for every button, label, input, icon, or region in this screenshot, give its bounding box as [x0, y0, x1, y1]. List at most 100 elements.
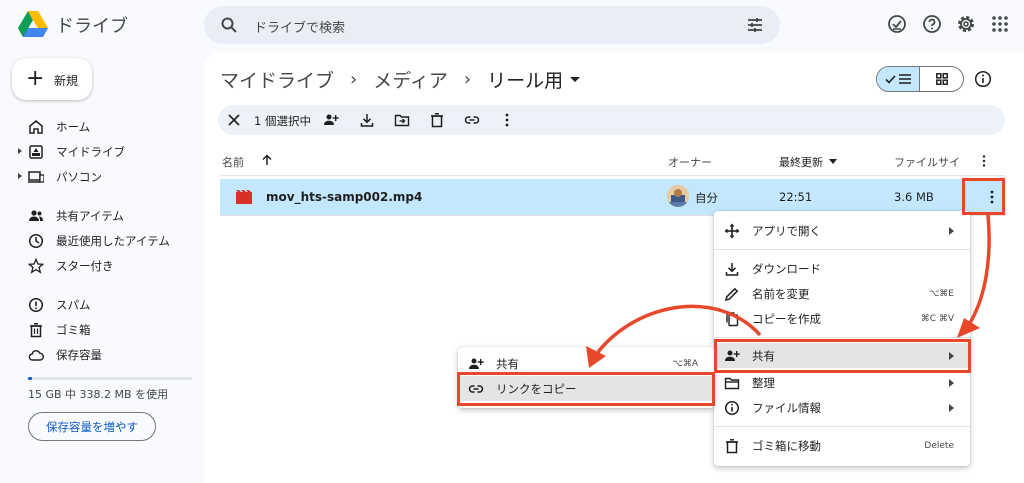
- my-drive-icon: [28, 144, 44, 160]
- settings-icon[interactable]: [956, 14, 976, 34]
- submenu-arrow-icon: [949, 379, 954, 387]
- app-title: ドライブ: [56, 16, 128, 37]
- copy-icon: [724, 311, 740, 327]
- grid-view-icon: [935, 73, 948, 85]
- download-icon: [724, 261, 740, 277]
- rename-pencil-icon: [724, 286, 740, 302]
- list-view-button[interactable]: [877, 67, 921, 91]
- details-info-icon[interactable]: [974, 70, 992, 88]
- file-modified: 22:51: [779, 190, 813, 204]
- sidebar-item-computers[interactable]: パソコン: [18, 166, 198, 188]
- list-view-icon: [899, 74, 911, 84]
- expand-arrow-icon[interactable]: [18, 148, 22, 154]
- help-icon[interactable]: [922, 14, 942, 34]
- column-header-name[interactable]: 名前: [222, 154, 244, 170]
- check-icon: [885, 74, 896, 84]
- search-options-icon[interactable]: [746, 16, 764, 34]
- file-row[interactable]: mov_hts-samp002.mp4 自分 22:51 3.6 MB: [220, 179, 1005, 215]
- selection-count: 1 個選択中: [254, 114, 311, 128]
- drive-logo[interactable]: [18, 10, 48, 38]
- annotation-box-copy-link: [457, 372, 715, 406]
- ready-offline-icon[interactable]: [887, 14, 907, 34]
- storage-usage-text: 15 GB 中 338.2 MB を使用: [28, 388, 169, 401]
- recent-icon: [28, 233, 44, 249]
- breadcrumb-separator: ›: [463, 69, 472, 90]
- sidebar-item-home[interactable]: ホーム: [18, 116, 198, 138]
- new-button-label: 新規: [54, 74, 79, 88]
- storage-usage-bar: [28, 377, 192, 380]
- trash-icon: [724, 438, 740, 454]
- submenu-arrow-icon: [949, 227, 954, 235]
- star-icon: [28, 258, 44, 274]
- expand-arrow-icon[interactable]: [18, 173, 22, 179]
- column-header-owner[interactable]: オーナー: [668, 154, 712, 170]
- file-size: 3.6 MB: [894, 190, 934, 204]
- breadcrumb-item-current[interactable]: リール用: [487, 66, 563, 93]
- search-icon[interactable]: [220, 16, 238, 34]
- sidebar-item-spam[interactable]: スパム: [18, 294, 198, 316]
- move-to-folder-icon[interactable]: [394, 112, 410, 128]
- column-header-file-size[interactable]: ファイルサイ: [894, 154, 960, 170]
- clear-selection-close-icon[interactable]: [226, 112, 242, 128]
- home-icon: [28, 119, 44, 135]
- sidebar-item-label: 最近使用したアイテム: [56, 234, 170, 248]
- breadcrumb-item-my-drive[interactable]: マイドライブ: [220, 66, 334, 93]
- sidebar-item-storage[interactable]: 保存容量: [18, 344, 198, 366]
- spam-icon: [28, 297, 44, 313]
- more-actions-icon[interactable]: [499, 112, 515, 128]
- sidebar-item-label: パソコン: [56, 170, 102, 184]
- sidebar-item-label: ホーム: [56, 120, 91, 134]
- menu-item-file-info[interactable]: ファイル情報: [714, 395, 970, 420]
- share-person-add-icon: [468, 356, 484, 372]
- sidebar-item-my-drive[interactable]: マイドライブ: [18, 141, 198, 163]
- link-icon[interactable]: [464, 112, 480, 128]
- grid-view-button[interactable]: [920, 67, 963, 91]
- video-file-icon: [236, 190, 252, 204]
- sidebar-item-label: ゴミ箱: [56, 323, 91, 337]
- new-button[interactable]: + 新規: [12, 58, 92, 100]
- dropdown-arrow-icon[interactable]: [570, 77, 581, 82]
- search-bar[interactable]: ドライブで検索: [204, 6, 780, 44]
- trash-icon[interactable]: [429, 112, 445, 128]
- menu-item-open-with[interactable]: アプリで開く: [714, 218, 970, 243]
- menu-divider: [714, 337, 970, 338]
- column-more-icon[interactable]: [977, 154, 991, 168]
- download-icon[interactable]: [359, 112, 375, 128]
- sidebar-item-label: スパム: [56, 298, 91, 312]
- plus-icon: +: [26, 66, 45, 91]
- breadcrumb: マイドライブ › メディア › リール用: [220, 66, 581, 93]
- owner-avatar: [667, 185, 689, 207]
- breadcrumb-separator: ›: [350, 69, 358, 90]
- menu-item-download[interactable]: ダウンロード: [714, 256, 970, 281]
- menu-item-organize[interactable]: 整理: [714, 370, 970, 395]
- storage-usage-fill: [28, 377, 32, 380]
- column-header-modified[interactable]: 最終更新: [779, 154, 823, 170]
- search-input[interactable]: ドライブで検索: [254, 17, 345, 36]
- breadcrumb-item-media[interactable]: メディア: [373, 66, 448, 93]
- trash-icon: [28, 322, 44, 338]
- sort-arrow-up-icon[interactable]: [261, 154, 275, 168]
- menu-divider: [714, 249, 970, 250]
- computers-icon: [28, 169, 44, 185]
- open-with-icon: [724, 223, 740, 239]
- sidebar-item-label: スター付き: [56, 259, 114, 273]
- share-person-add-icon[interactable]: [323, 112, 339, 128]
- get-more-storage-button[interactable]: 保存容量を増やす: [28, 412, 156, 441]
- sidebar-item-label: 保存容量: [56, 348, 102, 362]
- menu-item-rename[interactable]: 名前を変更 ⌥⌘E: [714, 281, 970, 306]
- sidebar-item-shared[interactable]: 共有アイテム: [18, 205, 198, 227]
- apps-grid-icon[interactable]: [990, 14, 1010, 34]
- menu-item-make-copy[interactable]: コピーを作成 ⌘C ⌘V: [714, 306, 970, 331]
- file-owner: 自分: [695, 191, 718, 205]
- submenu-arrow-icon: [949, 404, 954, 412]
- sidebar-item-label: マイドライブ: [56, 145, 125, 159]
- sort-dropdown-icon[interactable]: [829, 159, 837, 164]
- sidebar-item-trash[interactable]: ゴミ箱: [18, 319, 198, 341]
- shared-icon: [28, 208, 44, 224]
- menu-item-move-to-trash[interactable]: ゴミ箱に移動 Delete: [714, 433, 970, 458]
- annotation-box-more-button: [962, 178, 1005, 215]
- sidebar-item-recent[interactable]: 最近使用したアイテム: [18, 230, 198, 252]
- sidebar-item-starred[interactable]: スター付き: [18, 255, 198, 277]
- selection-toolbar: 1 個選択中: [218, 105, 1005, 135]
- file-name: mov_hts-samp002.mp4: [266, 190, 423, 204]
